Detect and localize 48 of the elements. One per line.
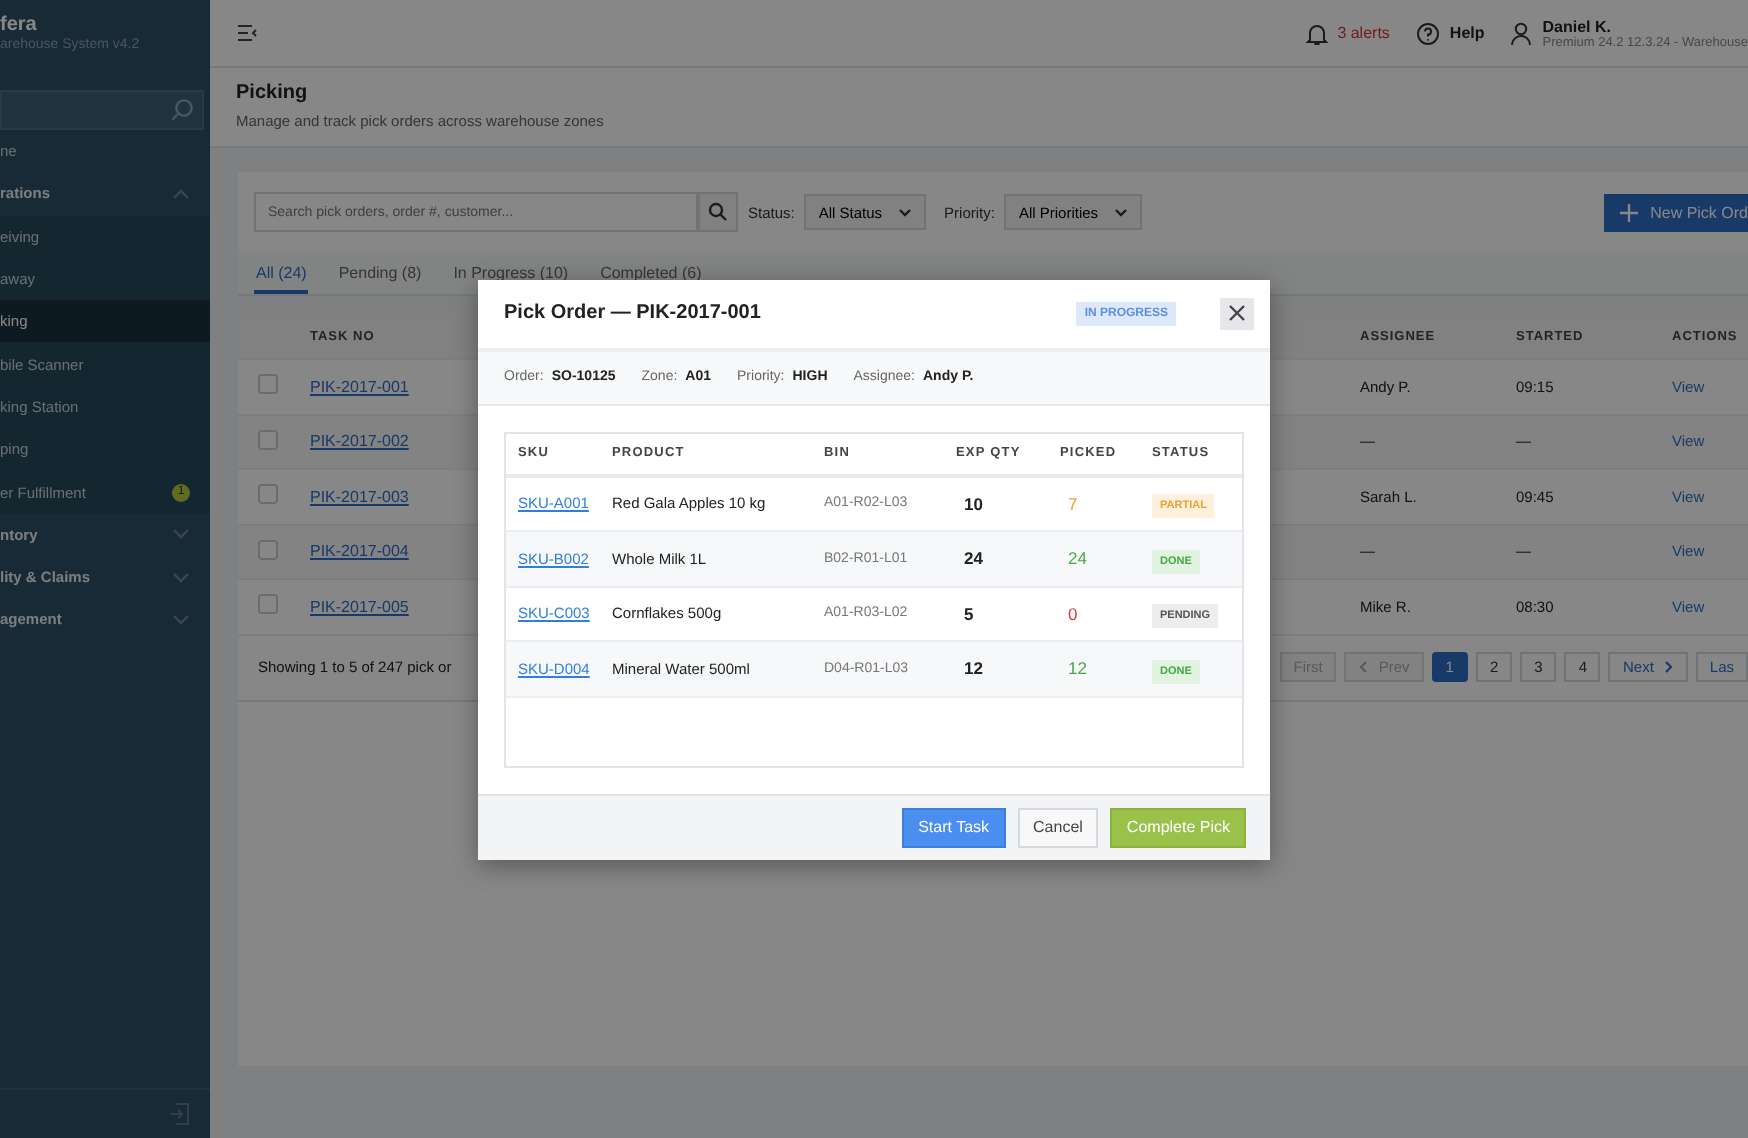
plus-icon <box>1620 203 1639 221</box>
task-link[interactable]: PIK-2017-005 <box>310 597 409 616</box>
brand-name: fera <box>0 14 39 36</box>
close-icon <box>1228 304 1246 322</box>
filter-tab[interactable]: In Progress (10) <box>451 264 571 294</box>
search-icon <box>170 98 194 122</box>
task-link[interactable]: PIK-2017-002 <box>310 432 409 451</box>
filter-tab[interactable]: Pending (8) <box>336 264 424 294</box>
chevron-left-icon <box>1358 660 1369 674</box>
success-button[interactable]: Complete Pick <box>1110 807 1246 847</box>
row-checkbox[interactable] <box>258 374 278 395</box>
menu-icon[interactable] <box>238 24 258 42</box>
row-checkbox[interactable] <box>258 484 278 505</box>
bell-icon[interactable] <box>1305 21 1328 45</box>
help-link[interactable]: Help <box>1449 24 1485 42</box>
table-cell-text: 24 <box>1066 548 1089 569</box>
task-link[interactable]: PIK-2017-004 <box>310 542 409 561</box>
chevron-icon <box>1114 207 1129 217</box>
alerts-link[interactable]: 3 alerts <box>1337 24 1390 42</box>
page-title: Picking <box>236 82 310 104</box>
table-cell-text: 24 <box>962 548 985 569</box>
secondary-button[interactable]: Cancel <box>1017 807 1099 847</box>
logout-icon[interactable] <box>168 1102 190 1126</box>
table-cell-text: 7 <box>1066 493 1080 514</box>
task-link[interactable]: PIK-2017-003 <box>310 487 409 506</box>
row-checkbox[interactable] <box>258 539 278 560</box>
filter-tab[interactable]: Completed (6) <box>598 264 704 294</box>
table-cell-text: 12 <box>962 658 985 679</box>
search-button[interactable] <box>698 192 738 232</box>
task-link[interactable]: PIK-2017-001 <box>310 377 409 396</box>
dialog-title: Pick Order — PIK-2017-001 <box>504 302 761 324</box>
search-icon <box>708 202 728 222</box>
close-button[interactable] <box>1220 297 1254 329</box>
table-cell-text: 12 <box>1066 658 1089 679</box>
row-checkbox[interactable] <box>258 429 278 450</box>
chevron-icon <box>898 207 913 217</box>
new-pick-order-button[interactable]: New Pick Ord <box>1604 193 1748 231</box>
sidebar-search-field[interactable] <box>0 90 204 130</box>
help-icon[interactable] <box>1415 21 1440 45</box>
user-icon[interactable] <box>1510 21 1533 45</box>
table-cell-text: 0 <box>1066 603 1080 624</box>
table-cell-text: 5 <box>962 603 976 624</box>
filter-tab[interactable]: All (24) <box>254 264 309 294</box>
chevron-right-icon <box>1663 660 1674 674</box>
row-checkbox[interactable] <box>258 594 278 615</box>
primary-button[interactable]: Start Task <box>902 807 1006 847</box>
user-name: Daniel K. <box>1542 17 1613 35</box>
table-cell-text: 10 <box>962 493 985 514</box>
